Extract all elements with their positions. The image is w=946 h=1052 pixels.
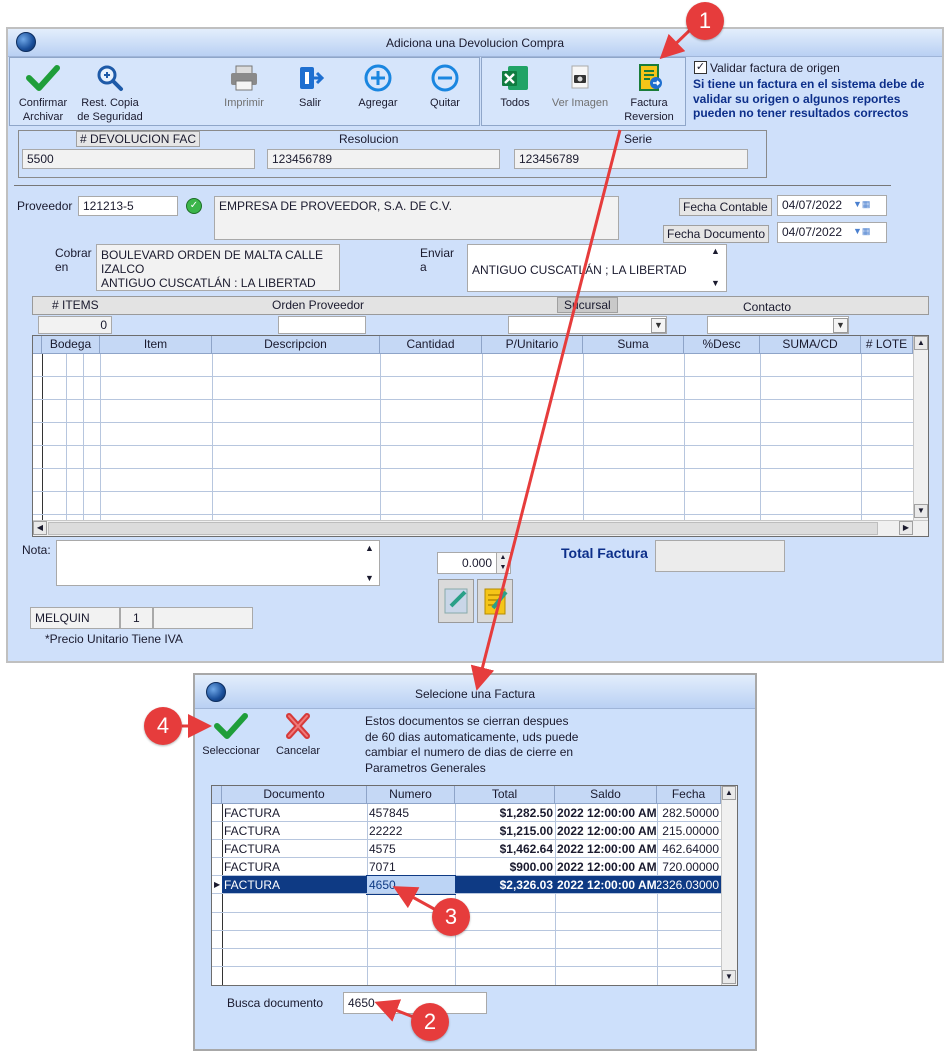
callout-badge-3: 3 — [432, 898, 470, 936]
reversal-to-dialog-arrow — [470, 129, 622, 691]
callout-badge-2: 2 — [411, 1003, 449, 1041]
callout-arrow-1 — [659, 28, 692, 60]
callout-arrow-2 — [374, 999, 417, 1022]
callout-badge-4: 4 — [144, 707, 182, 745]
callout-badge-1: 1 — [686, 2, 724, 40]
callout-arrow-3 — [392, 886, 437, 912]
callout-arrows — [182, 28, 692, 1022]
